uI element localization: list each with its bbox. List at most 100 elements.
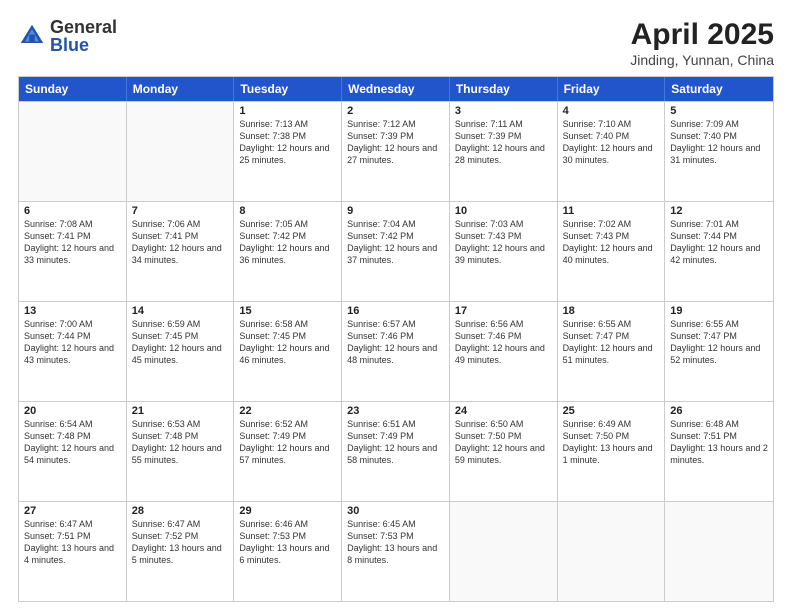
calendar-cell: 27Sunrise: 6:47 AM Sunset: 7:51 PM Dayli… [19, 502, 127, 601]
calendar-body: 1Sunrise: 7:13 AM Sunset: 7:38 PM Daylig… [19, 101, 773, 601]
calendar-cell-empty [558, 502, 666, 601]
cell-info: Sunrise: 7:01 AM Sunset: 7:44 PM Dayligh… [670, 218, 768, 267]
cell-info: Sunrise: 7:02 AM Sunset: 7:43 PM Dayligh… [563, 218, 660, 267]
calendar-cell: 4Sunrise: 7:10 AM Sunset: 7:40 PM Daylig… [558, 102, 666, 201]
calendar-cell: 28Sunrise: 6:47 AM Sunset: 7:52 PM Dayli… [127, 502, 235, 601]
calendar-header-row: SundayMondayTuesdayWednesdayThursdayFrid… [19, 77, 773, 101]
calendar-header-cell: Monday [127, 77, 235, 101]
calendar-cell: 7Sunrise: 7:06 AM Sunset: 7:41 PM Daylig… [127, 202, 235, 301]
calendar: SundayMondayTuesdayWednesdayThursdayFrid… [18, 76, 774, 602]
day-number: 30 [347, 505, 444, 517]
calendar-cell: 11Sunrise: 7:02 AM Sunset: 7:43 PM Dayli… [558, 202, 666, 301]
calendar-cell: 5Sunrise: 7:09 AM Sunset: 7:40 PM Daylig… [665, 102, 773, 201]
calendar-cell-empty [450, 502, 558, 601]
calendar-cell: 10Sunrise: 7:03 AM Sunset: 7:43 PM Dayli… [450, 202, 558, 301]
cell-info: Sunrise: 6:50 AM Sunset: 7:50 PM Dayligh… [455, 418, 552, 467]
calendar-header-cell: Tuesday [234, 77, 342, 101]
cell-info: Sunrise: 6:59 AM Sunset: 7:45 PM Dayligh… [132, 318, 229, 367]
calendar-cell: 15Sunrise: 6:58 AM Sunset: 7:45 PM Dayli… [234, 302, 342, 401]
calendar-row: 6Sunrise: 7:08 AM Sunset: 7:41 PM Daylig… [19, 201, 773, 301]
cell-info: Sunrise: 7:10 AM Sunset: 7:40 PM Dayligh… [563, 118, 660, 167]
calendar-cell-empty [127, 102, 235, 201]
day-number: 11 [563, 205, 660, 217]
cell-info: Sunrise: 6:54 AM Sunset: 7:48 PM Dayligh… [24, 418, 121, 467]
cell-info: Sunrise: 7:06 AM Sunset: 7:41 PM Dayligh… [132, 218, 229, 267]
day-number: 13 [24, 305, 121, 317]
cell-info: Sunrise: 7:12 AM Sunset: 7:39 PM Dayligh… [347, 118, 444, 167]
day-number: 6 [24, 205, 121, 217]
logo-general: General [50, 18, 117, 36]
calendar-cell: 19Sunrise: 6:55 AM Sunset: 7:47 PM Dayli… [665, 302, 773, 401]
cell-info: Sunrise: 7:05 AM Sunset: 7:42 PM Dayligh… [239, 218, 336, 267]
day-number: 29 [239, 505, 336, 517]
cell-info: Sunrise: 7:11 AM Sunset: 7:39 PM Dayligh… [455, 118, 552, 167]
subtitle: Jinding, Yunnan, China [630, 52, 774, 68]
day-number: 22 [239, 405, 336, 417]
day-number: 23 [347, 405, 444, 417]
calendar-cell-empty [665, 502, 773, 601]
day-number: 5 [670, 105, 768, 117]
logo-blue: Blue [50, 36, 117, 54]
day-number: 8 [239, 205, 336, 217]
cell-info: Sunrise: 6:55 AM Sunset: 7:47 PM Dayligh… [670, 318, 768, 367]
calendar-cell-empty [19, 102, 127, 201]
cell-info: Sunrise: 6:52 AM Sunset: 7:49 PM Dayligh… [239, 418, 336, 467]
calendar-cell: 13Sunrise: 7:00 AM Sunset: 7:44 PM Dayli… [19, 302, 127, 401]
day-number: 10 [455, 205, 552, 217]
calendar-header-cell: Wednesday [342, 77, 450, 101]
calendar-cell: 22Sunrise: 6:52 AM Sunset: 7:49 PM Dayli… [234, 402, 342, 501]
day-number: 18 [563, 305, 660, 317]
calendar-cell: 23Sunrise: 6:51 AM Sunset: 7:49 PM Dayli… [342, 402, 450, 501]
calendar-cell: 17Sunrise: 6:56 AM Sunset: 7:46 PM Dayli… [450, 302, 558, 401]
cell-info: Sunrise: 6:57 AM Sunset: 7:46 PM Dayligh… [347, 318, 444, 367]
day-number: 9 [347, 205, 444, 217]
calendar-cell: 8Sunrise: 7:05 AM Sunset: 7:42 PM Daylig… [234, 202, 342, 301]
calendar-cell: 29Sunrise: 6:46 AM Sunset: 7:53 PM Dayli… [234, 502, 342, 601]
calendar-row: 20Sunrise: 6:54 AM Sunset: 7:48 PM Dayli… [19, 401, 773, 501]
calendar-cell: 14Sunrise: 6:59 AM Sunset: 7:45 PM Dayli… [127, 302, 235, 401]
cell-info: Sunrise: 6:46 AM Sunset: 7:53 PM Dayligh… [239, 518, 336, 567]
calendar-cell: 6Sunrise: 7:08 AM Sunset: 7:41 PM Daylig… [19, 202, 127, 301]
cell-info: Sunrise: 6:56 AM Sunset: 7:46 PM Dayligh… [455, 318, 552, 367]
calendar-cell: 12Sunrise: 7:01 AM Sunset: 7:44 PM Dayli… [665, 202, 773, 301]
calendar-header-cell: Sunday [19, 77, 127, 101]
title-block: April 2025 Jinding, Yunnan, China [630, 18, 774, 68]
day-number: 24 [455, 405, 552, 417]
page: General Blue April 2025 Jinding, Yunnan,… [0, 0, 792, 612]
cell-info: Sunrise: 6:55 AM Sunset: 7:47 PM Dayligh… [563, 318, 660, 367]
logo-text: General Blue [50, 18, 117, 54]
calendar-row: 13Sunrise: 7:00 AM Sunset: 7:44 PM Dayli… [19, 301, 773, 401]
cell-info: Sunrise: 6:45 AM Sunset: 7:53 PM Dayligh… [347, 518, 444, 567]
calendar-cell: 18Sunrise: 6:55 AM Sunset: 7:47 PM Dayli… [558, 302, 666, 401]
calendar-cell: 20Sunrise: 6:54 AM Sunset: 7:48 PM Dayli… [19, 402, 127, 501]
cell-info: Sunrise: 6:53 AM Sunset: 7:48 PM Dayligh… [132, 418, 229, 467]
cell-info: Sunrise: 6:48 AM Sunset: 7:51 PM Dayligh… [670, 418, 768, 467]
day-number: 14 [132, 305, 229, 317]
day-number: 21 [132, 405, 229, 417]
header: General Blue April 2025 Jinding, Yunnan,… [18, 18, 774, 68]
day-number: 15 [239, 305, 336, 317]
cell-info: Sunrise: 7:09 AM Sunset: 7:40 PM Dayligh… [670, 118, 768, 167]
logo-icon [18, 22, 46, 50]
day-number: 25 [563, 405, 660, 417]
day-number: 4 [563, 105, 660, 117]
cell-info: Sunrise: 7:00 AM Sunset: 7:44 PM Dayligh… [24, 318, 121, 367]
month-title: April 2025 [630, 18, 774, 52]
calendar-cell: 30Sunrise: 6:45 AM Sunset: 7:53 PM Dayli… [342, 502, 450, 601]
logo: General Blue [18, 18, 117, 54]
day-number: 17 [455, 305, 552, 317]
day-number: 27 [24, 505, 121, 517]
day-number: 12 [670, 205, 768, 217]
cell-info: Sunrise: 7:03 AM Sunset: 7:43 PM Dayligh… [455, 218, 552, 267]
calendar-cell: 21Sunrise: 6:53 AM Sunset: 7:48 PM Dayli… [127, 402, 235, 501]
calendar-header-cell: Thursday [450, 77, 558, 101]
calendar-row: 27Sunrise: 6:47 AM Sunset: 7:51 PM Dayli… [19, 501, 773, 601]
calendar-cell: 3Sunrise: 7:11 AM Sunset: 7:39 PM Daylig… [450, 102, 558, 201]
calendar-cell: 16Sunrise: 6:57 AM Sunset: 7:46 PM Dayli… [342, 302, 450, 401]
day-number: 19 [670, 305, 768, 317]
cell-info: Sunrise: 7:04 AM Sunset: 7:42 PM Dayligh… [347, 218, 444, 267]
calendar-header-cell: Saturday [665, 77, 773, 101]
calendar-cell: 2Sunrise: 7:12 AM Sunset: 7:39 PM Daylig… [342, 102, 450, 201]
calendar-header-cell: Friday [558, 77, 666, 101]
day-number: 1 [239, 105, 336, 117]
